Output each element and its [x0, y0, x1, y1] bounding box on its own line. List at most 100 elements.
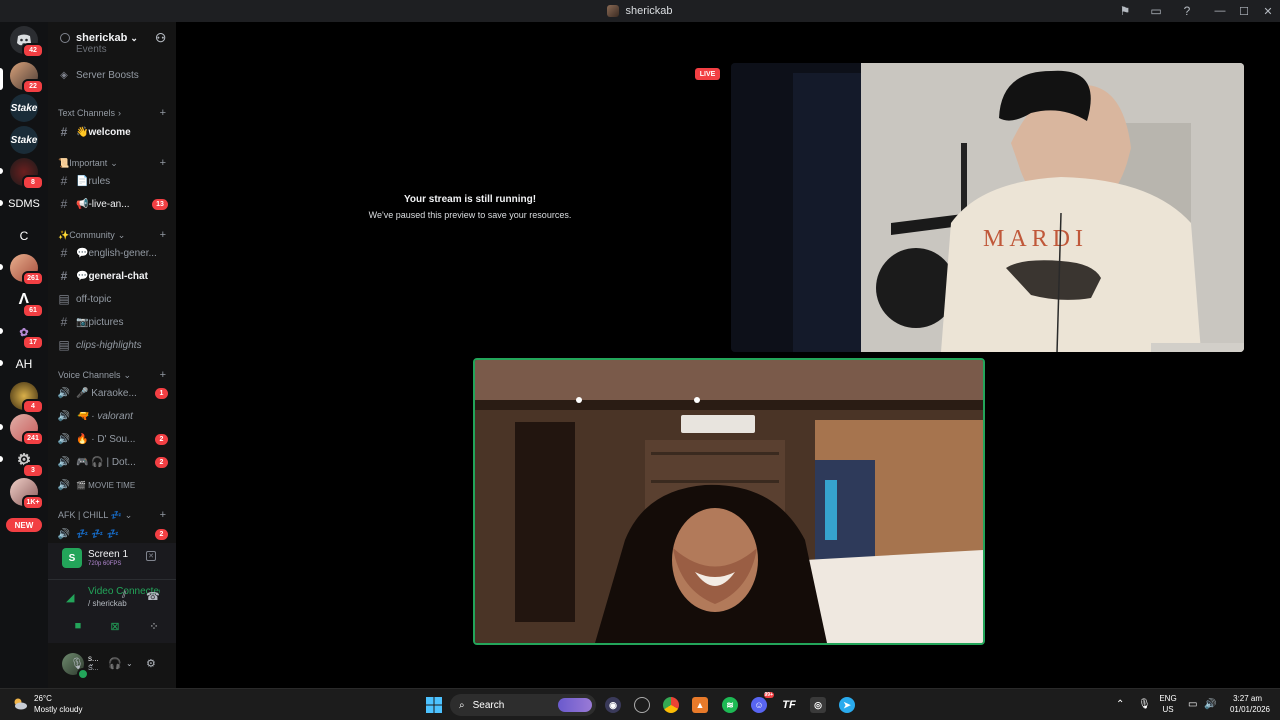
maximize-button[interactable]: ☐ [1232, 0, 1256, 22]
video-tile-webcam[interactable] [473, 358, 985, 645]
channel-english-general[interactable]: # 💬english-gener... [56, 243, 170, 263]
signal-icon[interactable]: ◢ [66, 591, 74, 604]
category-important[interactable]: 📜Important ⌄ + [58, 156, 170, 170]
stake-server-icon[interactable]: Stake [10, 94, 38, 122]
globe-icon [60, 33, 70, 43]
close-button[interactable]: ✕ [1256, 0, 1280, 22]
minimize-button[interactable]: — [1208, 0, 1232, 22]
add-channel-icon[interactable]: + [160, 107, 166, 119]
server-badge: 4 [22, 399, 44, 414]
show-hidden-icons-chevron[interactable]: ⌃ [1116, 699, 1124, 710]
camera-icon[interactable]: ■ [70, 618, 86, 634]
windows-start-icon[interactable] [426, 697, 442, 713]
help-icon[interactable]: ? [1177, 1, 1197, 21]
sdms-server-icon[interactable]: SDMS [6, 190, 42, 218]
category-voice-channels[interactable]: Voice Channels ⌄ + [58, 368, 170, 382]
headphone-chevron-icon[interactable]: ⌄ [126, 659, 133, 668]
app-icon-7[interactable]: TF [781, 697, 797, 713]
region-indicator[interactable]: US [1156, 705, 1180, 714]
weather-temperature[interactable]: 26°C [34, 694, 52, 703]
app-icon-1[interactable]: ◉ [605, 697, 621, 713]
taskbar-search[interactable]: ⌕ Search [450, 694, 596, 716]
activities-icon[interactable]: ⁘ [146, 618, 162, 634]
search-highlight-icon [558, 698, 592, 712]
voice-channel-path[interactable]: / sherickab [88, 599, 127, 608]
voice-channel-d-sou[interactable]: 🔊 🔥 · D' Sou... 2 [56, 429, 170, 449]
server-icon[interactable]: 22 [10, 62, 44, 94]
server-icon[interactable]: 261 [10, 254, 44, 286]
add-channel-icon[interactable]: + [160, 369, 166, 381]
spotify-icon[interactable]: ≋ [722, 697, 738, 713]
voice-channel-dot[interactable]: 🔊 🎮 🎧 | Dot... 2 [56, 452, 170, 472]
c-server-icon[interactable]: C [10, 222, 38, 250]
mic-chevron-icon[interactable]: ⌄ [88, 659, 95, 668]
chevron-down-icon: ⌄ [124, 509, 133, 520]
server-icon[interactable]: ✿ 17 [10, 318, 44, 350]
microphone-icon[interactable]: 🎙 [70, 657, 84, 670]
inbox-flag-icon[interactable]: ⚑ [1115, 1, 1135, 21]
server-icon[interactable]: 4 [10, 382, 44, 414]
headphones-icon[interactable]: 🎧 [108, 657, 122, 670]
clock-date[interactable]: 01/01/2026 [1222, 705, 1270, 714]
screen-share-icon[interactable]: ▭ [1146, 1, 1166, 21]
channel-live-announcements[interactable]: # 📢-live-an... 13 [56, 194, 170, 214]
ah-server-icon[interactable]: AH [10, 350, 38, 378]
mic-tray-icon[interactable]: 🎙 [1138, 699, 1151, 710]
webcam-video-frame [475, 360, 983, 643]
boosts-label: Server Boosts [76, 69, 139, 81]
app-icon-8[interactable]: ◎ [810, 697, 826, 713]
channel-welcome[interactable]: # 👋welcome [56, 122, 170, 142]
server-icon[interactable]: ⚙ 3 [10, 446, 44, 478]
server-badge: 241 [22, 431, 44, 446]
voice-channel-karaoke[interactable]: 🔊 🎤 Karaoke... 1 [56, 383, 170, 403]
weather-cloud-icon[interactable] [12, 697, 28, 711]
add-channel-icon[interactable]: + [160, 229, 166, 241]
user-panel: s... S... 🎙 ⌄ 🎧 ⌄ ⚙ [48, 643, 176, 688]
channel-pictures[interactable]: # 📷pictures [56, 312, 170, 332]
volume-icon[interactable]: 🔊 [1204, 699, 1216, 710]
voice-channel-afk[interactable]: 🔊 💤 💤 💤 2 [56, 524, 170, 544]
channel-rules[interactable]: # 📄rules [56, 171, 170, 191]
clock-time[interactable]: 3:27 am [1222, 694, 1262, 703]
events-item[interactable]: Events [56, 43, 170, 55]
network-icon[interactable]: ▭ [1188, 699, 1197, 710]
weather-description[interactable]: Mostly cloudy [34, 705, 82, 714]
category-afk-chill[interactable]: AFK | CHILL 💤 ⌄ + [58, 508, 170, 522]
app-icon-4[interactable]: ▲ [692, 697, 708, 713]
server-boosts-item[interactable]: ◈ Server Boosts [56, 65, 170, 85]
category-text-channels[interactable]: Text Channels › + [58, 106, 170, 120]
discord-taskbar-icon[interactable]: ☺ 99+ [751, 692, 774, 713]
channel-general-chat[interactable]: # 💬general-chat [56, 266, 170, 286]
server-icon[interactable]: 8 [10, 158, 44, 190]
category-community[interactable]: ✨Community ⌄ + [58, 228, 170, 242]
category-label: ✨Community [58, 229, 115, 240]
server-pill [0, 424, 3, 430]
language-indicator[interactable]: ENG [1156, 694, 1180, 703]
app-icon-2[interactable] [634, 697, 650, 713]
server-icon[interactable]: 241 [10, 414, 44, 446]
server-icon[interactable]: Λ 61 [10, 286, 44, 318]
server-icon[interactable]: 1K+ [10, 478, 44, 510]
add-channel-icon[interactable]: + [160, 157, 166, 169]
hash-icon: # [60, 315, 68, 329]
voice-channel-valorant[interactable]: 🔊 🔫 · valorant [56, 406, 170, 426]
disconnect-icon[interactable]: ☎ [146, 590, 160, 603]
chrome-icon[interactable] [663, 697, 679, 713]
add-channel-icon[interactable]: + [160, 509, 166, 521]
direct-messages-button[interactable]: 42 [10, 26, 44, 58]
settings-gear-icon[interactable]: ⚙ [146, 657, 156, 670]
noise-suppression-icon[interactable]: ⫽ [122, 590, 126, 601]
channel-off-topic[interactable]: ▤ off-topic [56, 289, 170, 309]
stake-server-icon[interactable]: Stake [10, 126, 38, 154]
voice-channel-movie-time[interactable]: 🔊 🎬 MOVIE TIME [56, 475, 170, 495]
telegram-icon[interactable]: ➤ [839, 697, 855, 713]
channel-label: 📷pictures [76, 316, 124, 328]
screen-share-toggle-icon[interactable]: ⊠ [107, 618, 123, 634]
stop-stream-icon[interactable]: ✕ [146, 551, 156, 561]
channel-label: 🎮 🎧 | Dot... [76, 456, 136, 468]
category-label: Text Channels [58, 108, 116, 118]
server-badge: 1K+ [22, 495, 44, 510]
new-badge[interactable]: NEW [6, 518, 42, 532]
channel-clips-highlights[interactable]: ▤ clips-highlights [56, 335, 170, 355]
video-tile-stream[interactable]: MARDI [731, 63, 1244, 352]
